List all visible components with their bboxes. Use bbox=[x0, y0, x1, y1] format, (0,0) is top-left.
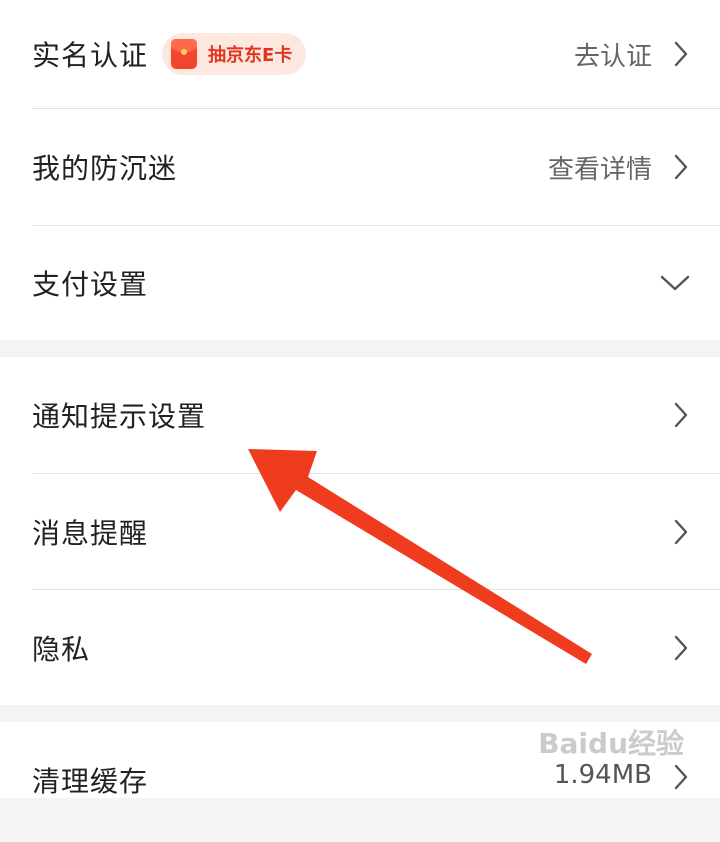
clear-cache-label: 清理缓存 bbox=[32, 765, 149, 798]
chevron-right-icon bbox=[670, 152, 692, 182]
chevron-down-icon bbox=[658, 272, 692, 294]
baidu-watermark: Baidu经验 bbox=[538, 727, 684, 760]
message-reminder-label: 消息提醒 bbox=[32, 516, 149, 550]
anti-addiction-row[interactable]: 我的防沉迷 查看详情 bbox=[0, 109, 720, 225]
privacy-row[interactable]: 隐私 bbox=[0, 590, 720, 705]
payment-settings-row[interactable]: 支付设置 bbox=[0, 226, 720, 340]
chevron-right-icon bbox=[670, 633, 692, 663]
payment-settings-label: 支付设置 bbox=[32, 268, 149, 301]
anti-addiction-value: 查看详情 bbox=[547, 154, 652, 185]
account-settings-group: 实名认证 抽京东E卡 去认证 我的防沉迷 查看详情 支付设置 bbox=[0, 0, 720, 340]
chevron-right-icon bbox=[670, 517, 692, 547]
chevron-right-icon bbox=[670, 400, 692, 430]
chevron-right-icon bbox=[670, 762, 692, 792]
realname-value: 去认证 bbox=[573, 41, 652, 72]
notification-settings-group: 通知提示设置 消息提醒 隐私 bbox=[0, 357, 720, 705]
notify-settings-row[interactable]: 通知提示设置 bbox=[0, 357, 720, 473]
notify-settings-label: 通知提示设置 bbox=[32, 400, 207, 433]
message-reminder-row[interactable]: 消息提醒 bbox=[0, 474, 720, 589]
realname-row[interactable]: 实名认证 抽京东E卡 去认证 bbox=[0, 0, 720, 108]
ecard-promo-badge[interactable]: 抽京东E卡 bbox=[162, 33, 307, 75]
badge-text: 抽京东E卡 bbox=[208, 45, 293, 66]
cache-size-value: 1.94MB bbox=[553, 760, 652, 790]
privacy-label: 隐私 bbox=[32, 632, 91, 666]
red-envelope-icon bbox=[171, 39, 198, 69]
chevron-right-icon bbox=[670, 39, 692, 69]
realname-label: 实名认证 bbox=[32, 39, 149, 72]
anti-addiction-label: 我的防沉迷 bbox=[32, 152, 178, 185]
